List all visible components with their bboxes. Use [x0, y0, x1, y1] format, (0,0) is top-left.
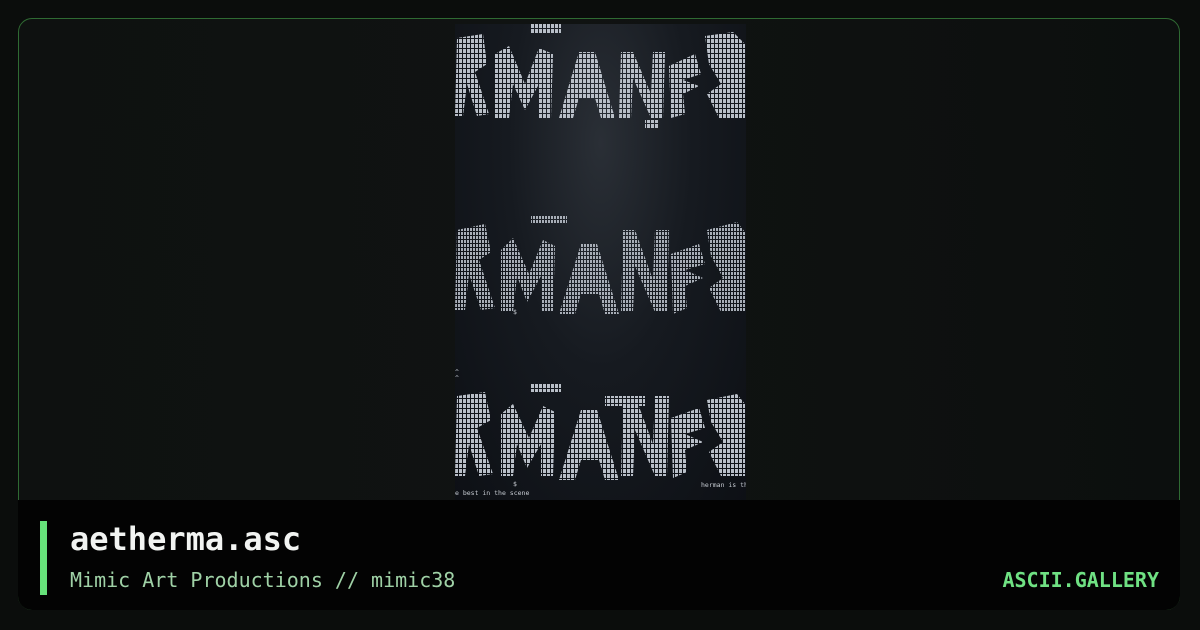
footer-bar: aetherma.asc Mimic Art Productions // mi… — [18, 500, 1180, 610]
artwork-title[interactable]: aetherma.asc — [70, 520, 301, 558]
artwork-credit: Mimic Art Productions // mimic38 — [70, 568, 456, 592]
art-band-1 — [455, 24, 745, 128]
accent-bar — [40, 521, 47, 595]
ascii-art-preview[interactable]: ^ ^ $ $ e best in the scene herman is th — [455, 24, 746, 500]
svg-text:^: ^ — [455, 374, 459, 382]
art-inline-text-right: herman is th — [701, 481, 746, 489]
art-band-2 — [455, 216, 745, 314]
ascii-art-image: ^ ^ $ $ e best in the scene herman is th — [455, 24, 746, 497]
art-inline-text-left: e best in the scene — [455, 489, 529, 497]
site-brand-link[interactable]: ASCII.GALLERY — [1002, 568, 1159, 592]
svg-text:$: $ — [513, 308, 517, 316]
svg-text:$: $ — [513, 480, 517, 488]
art-band-3 — [455, 384, 745, 480]
